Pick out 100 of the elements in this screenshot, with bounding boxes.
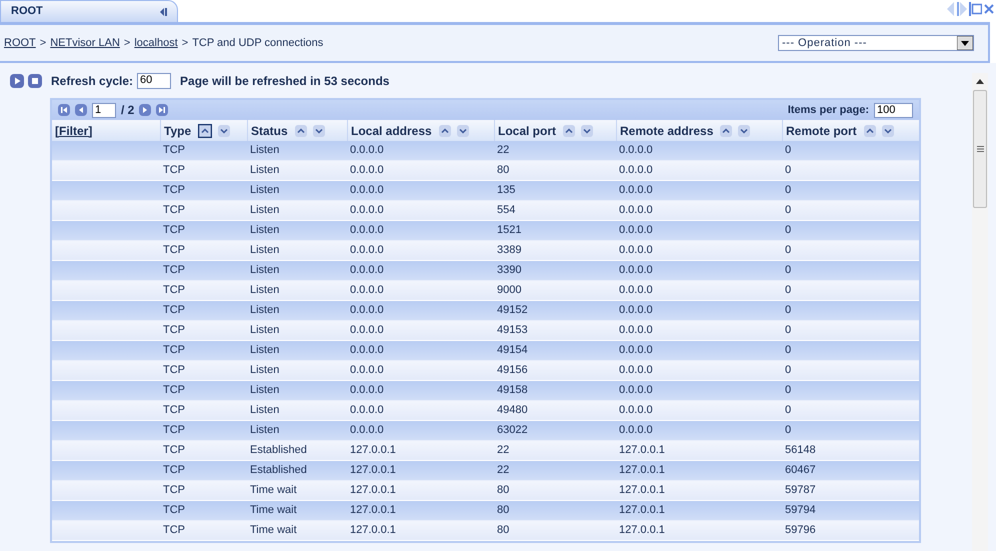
table-cell-text: 0.0.0.0 [349, 423, 385, 438]
table-cell-text: Listen [249, 323, 280, 338]
table-cell-text: TCP [162, 403, 186, 418]
scroll-thumb[interactable] [973, 90, 987, 208]
table-cell-text: 22 [496, 463, 510, 478]
sort-descending-icon[interactable] [218, 124, 230, 136]
refresh-cycle-label: Refresh cycle: [51, 72, 134, 90]
table-cell-text: 0 [784, 223, 792, 238]
table-cell-text: 0 [784, 383, 792, 398]
operation-select-value: --- Operation --- [782, 36, 867, 51]
table-cell-text: 135 [496, 183, 516, 198]
collapse-icon[interactable] [160, 8, 167, 16]
table-cell-text: 127.0.0.1 [618, 483, 666, 498]
table-cell-text: Established [249, 463, 308, 478]
table-cell-text: 127.0.0.1 [618, 463, 666, 478]
table-cell-text: 59794 [784, 503, 817, 518]
page-field[interactable]: 1 [92, 102, 116, 118]
table-cell-text: TCP [162, 343, 186, 358]
table-cell-text: Time wait [249, 523, 298, 538]
table-cell-text: 0 [784, 323, 792, 338]
table-cell-text: 49480 [496, 403, 529, 418]
items-per-page-field[interactable]: 100 [874, 102, 913, 118]
table-cell-text: 49152 [496, 303, 529, 318]
table-cell-text: TCP [162, 203, 186, 218]
table-cell-text: Listen [249, 183, 280, 198]
last-page-icon[interactable] [156, 104, 168, 116]
table-cell-text: TCP [162, 283, 186, 298]
table-cell-text: TCP [162, 223, 186, 238]
sort-descending-icon[interactable] [738, 124, 750, 136]
table-cell-text: TCP [162, 483, 186, 498]
table-cell-text: 0 [784, 423, 792, 438]
table-cell-text: 3389 [496, 243, 522, 258]
table-cell-text: 0.0.0.0 [349, 323, 385, 338]
sort-ascending-icon[interactable] [563, 124, 576, 136]
table-cell-text: 0.0.0.0 [349, 343, 385, 358]
table-cell-text: 0 [784, 283, 792, 298]
table-cell-text: 127.0.0.1 [618, 523, 666, 538]
page-total: / 2 [121, 102, 134, 119]
table-cell-text: 0.0.0.0 [349, 383, 385, 398]
sort-ascending-icon[interactable] [438, 124, 451, 136]
previous-page-icon[interactable] [75, 104, 87, 116]
table-cell-text: TCP [162, 463, 186, 478]
table-cell-text: Listen [249, 423, 280, 438]
table-cell-text: 22 [496, 143, 510, 158]
table-cell-text: 22 [496, 443, 510, 458]
table-cell-text: 0.0.0.0 [618, 283, 654, 298]
table-cell-text: TCP [162, 383, 186, 398]
table-cell-text: 49153 [496, 323, 529, 338]
table-cell-text: 49156 [496, 363, 529, 378]
tab[interactable]: ROOT [0, 0, 178, 22]
sort-ascending-icon[interactable] [864, 124, 876, 136]
table-cell-text: TCP [162, 363, 186, 378]
breadcrumb-link[interactable]: NETvisor LAN [50, 34, 120, 52]
table-cell-text: TCP [162, 183, 186, 198]
close-icon[interactable] [984, 4, 994, 14]
dropdown-arrow-icon [957, 36, 973, 50]
table-cell-text: 127.0.0.1 [349, 503, 397, 518]
refresh-cycle-field[interactable]: 60 [137, 72, 172, 88]
table-cell-text: Time wait [249, 483, 298, 498]
sort-descending-icon[interactable] [456, 124, 469, 136]
table-cell-text: 80 [496, 483, 510, 498]
table-cell-text: Established [249, 443, 308, 458]
sort-descending-icon[interactable] [882, 124, 894, 136]
table-cell-text: 0.0.0.0 [349, 143, 385, 158]
table-cell-text: 0.0.0.0 [349, 263, 385, 278]
operation-select[interactable]: --- Operation --- [778, 35, 974, 51]
play-icon[interactable] [10, 74, 24, 88]
table-cell-text: Listen [249, 383, 280, 398]
table-cell-text: Listen [249, 243, 280, 258]
sort-descending-icon[interactable] [312, 124, 325, 136]
table-cell-text: 3390 [496, 263, 522, 278]
table-cell-text: 0.0.0.0 [349, 363, 385, 378]
table-cell-text: 0 [784, 343, 792, 358]
scrollbar[interactable] [972, 73, 988, 551]
next-page-icon[interactable] [139, 104, 152, 116]
first-page-icon[interactable] [58, 104, 70, 116]
table-cell-text: Listen [249, 263, 280, 278]
filter-link[interactable]: [Filter] [55, 122, 92, 140]
table-cell-text: 0 [784, 363, 792, 378]
table-cell-text: 0.0.0.0 [618, 383, 654, 398]
table-cell-text: TCP [162, 263, 186, 278]
table-cell-text: 0 [784, 243, 792, 258]
table-cell-text: 0.0.0.0 [618, 323, 654, 338]
sort-ascending-icon[interactable] [198, 124, 212, 138]
maximize-icon[interactable] [969, 2, 982, 16]
breadcrumb-link[interactable]: localhost [134, 34, 178, 52]
sort-descending-icon[interactable] [581, 124, 594, 136]
table-cell-text: TCP [162, 423, 186, 438]
table-cell-text: 59787 [784, 483, 817, 498]
sort-ascending-icon[interactable] [720, 124, 732, 136]
sort-ascending-icon[interactable] [294, 124, 307, 136]
table-cell-text: 1521 [496, 223, 522, 238]
table-cell-text: 127.0.0.1 [349, 523, 397, 538]
scroll-up-icon [976, 79, 984, 84]
table-cell-text: 0.0.0.0 [349, 403, 385, 418]
table-cell-text: Listen [249, 223, 280, 238]
breadcrumb-link[interactable]: ROOT [4, 34, 36, 52]
table-cell-text: 0.0.0.0 [618, 263, 654, 278]
table-cell-text: 0 [784, 263, 792, 278]
stop-icon[interactable] [28, 74, 42, 88]
